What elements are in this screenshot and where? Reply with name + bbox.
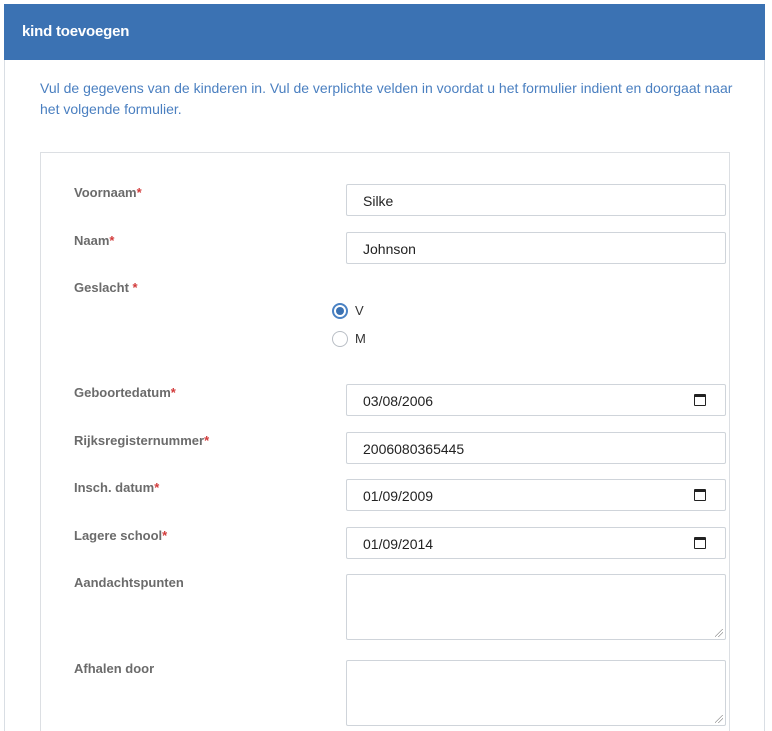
- geslacht-label: Geslacht *: [74, 280, 138, 295]
- geslacht-option-v-label[interactable]: V: [355, 303, 364, 318]
- calendar-icon[interactable]: [694, 489, 706, 501]
- lagere-school-input[interactable]: 01/09/2014: [346, 527, 726, 559]
- afhalen-door-label: Afhalen door: [74, 661, 155, 676]
- naam-label: Naam*: [74, 233, 115, 248]
- rijksregisternummer-input[interactable]: 2006080365445: [346, 432, 726, 464]
- voornaam-input[interactable]: Silke: [346, 184, 726, 216]
- calendar-icon[interactable]: [694, 537, 706, 549]
- required-marker: *: [109, 233, 115, 248]
- intro-text: Vul de gegevens van de kinderen in. Vul …: [40, 80, 733, 117]
- insch-datum-input[interactable]: 01/09/2009: [346, 479, 726, 511]
- voornaam-label: Voornaam*: [74, 185, 142, 200]
- panel-header: kind toevoegen: [4, 4, 765, 60]
- required-marker: *: [170, 385, 176, 400]
- calendar-icon[interactable]: [694, 394, 706, 406]
- geslacht-radio-v[interactable]: [332, 303, 348, 319]
- aandachtspunten-label: Aandachtspunten: [74, 575, 184, 590]
- required-marker: *: [162, 528, 168, 543]
- resize-handle-icon[interactable]: [715, 715, 723, 723]
- geboortedatum-label: Geboortedatum*: [74, 385, 176, 400]
- rijksregisternummer-label: Rijksregisternummer*: [74, 433, 210, 448]
- required-marker: *: [204, 433, 210, 448]
- lagere-school-label: Lagere school*: [74, 528, 168, 543]
- required-marker: *: [154, 480, 160, 495]
- geslacht-radio-m[interactable]: [332, 331, 348, 347]
- required-marker: *: [132, 280, 138, 295]
- insch-datum-label: Insch. datum*: [74, 480, 160, 495]
- panel-title: kind toevoegen: [22, 23, 130, 40]
- naam-input[interactable]: Johnson: [346, 232, 726, 264]
- afhalen-door-textarea[interactable]: [346, 660, 726, 726]
- geboortedatum-input[interactable]: 03/08/2006: [346, 384, 726, 416]
- aandachtspunten-textarea[interactable]: [346, 574, 726, 640]
- resize-handle-icon[interactable]: [715, 629, 723, 637]
- geslacht-option-m-label[interactable]: M: [355, 331, 366, 346]
- required-marker: *: [136, 185, 142, 200]
